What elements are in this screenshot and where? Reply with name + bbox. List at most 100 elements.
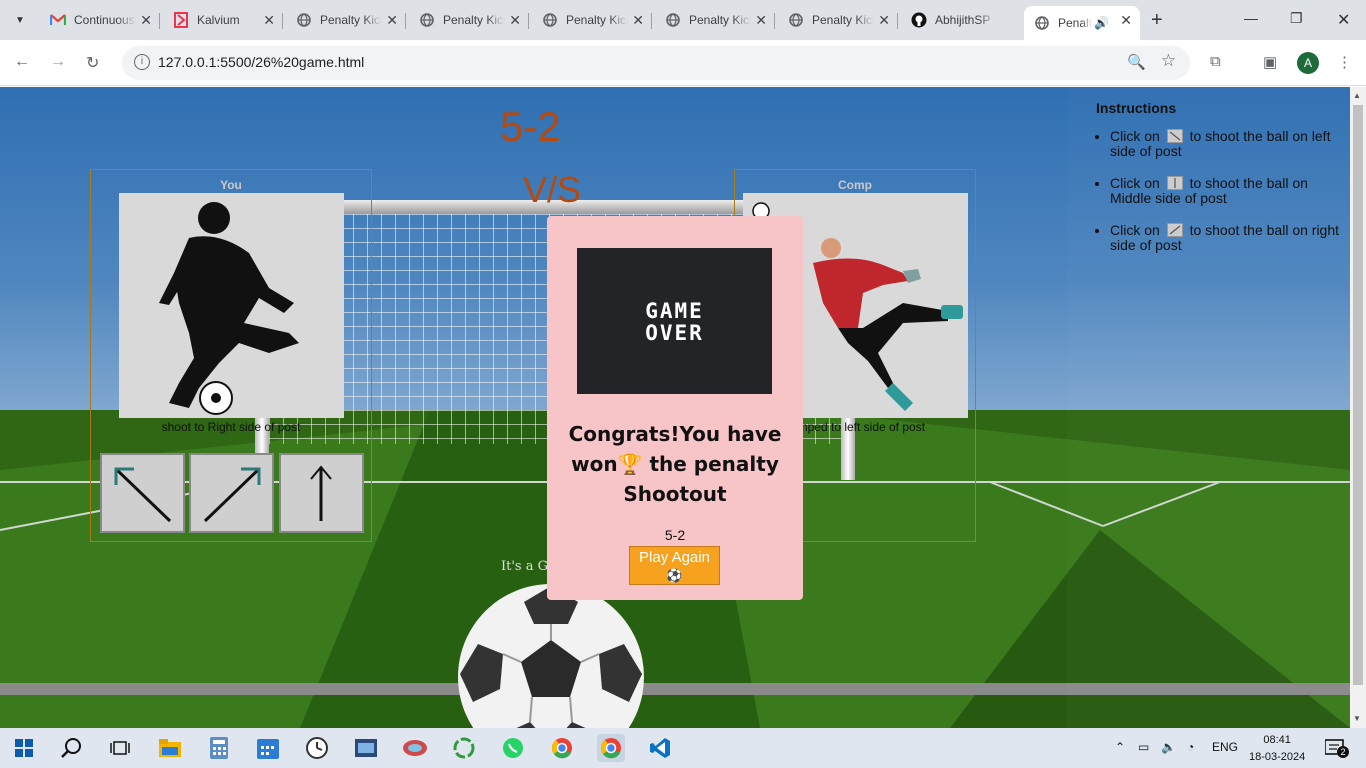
chrome-profile-icon[interactable] bbox=[597, 734, 625, 762]
notification-count: 2 bbox=[1337, 746, 1349, 758]
win-message-part: the penalty Shootout bbox=[623, 452, 779, 506]
shoot-right-button[interactable] bbox=[189, 453, 274, 533]
battery-icon[interactable]: ▭ bbox=[1138, 740, 1149, 754]
instructions-list: Click on to shoot the ball on left side … bbox=[1096, 129, 1348, 270]
vscode-icon[interactable] bbox=[646, 734, 674, 762]
extensions-icon[interactable]: ⧉ bbox=[1210, 53, 1221, 70]
address-bar[interactable]: i 127.0.0.1:5500/26%20game.html 🔍 ☆ bbox=[122, 46, 1190, 80]
close-icon[interactable]: ✕ bbox=[386, 12, 398, 28]
tab-penalty-1[interactable]: Penalty Kick ✕ bbox=[286, 6, 406, 34]
tab-penalty-2[interactable]: Penalty Kick ✕ bbox=[409, 6, 529, 34]
clock-app-icon[interactable] bbox=[303, 734, 331, 762]
tab-title: Penalty Kick bbox=[566, 13, 628, 27]
banner-line: GAME bbox=[645, 299, 704, 323]
globe-icon bbox=[1034, 15, 1050, 31]
tab-title: Kalvium bbox=[197, 13, 240, 27]
tab-title: Penalty Kick bbox=[443, 13, 505, 27]
close-icon[interactable]: ✕ bbox=[1120, 12, 1132, 28]
close-icon[interactable]: ✕ bbox=[632, 12, 644, 28]
new-tab-button[interactable]: + bbox=[1151, 10, 1163, 30]
back-button[interactable]: ← bbox=[14, 53, 30, 71]
terminal-icon[interactable] bbox=[352, 734, 380, 762]
game-over-modal: GAME OVER Congrats!You have won🏆 the pen… bbox=[547, 216, 803, 600]
win-message: Congrats!You have won🏆 the penalty Shoot… bbox=[567, 419, 783, 509]
globe-icon bbox=[419, 12, 435, 28]
instruction-item: Click on to shoot the ball on left side … bbox=[1110, 129, 1348, 159]
player-title: You bbox=[220, 178, 242, 192]
refresh-app-icon[interactable] bbox=[450, 734, 478, 762]
page-scrollbar[interactable]: ▲ ▼ bbox=[1350, 87, 1366, 728]
right-arrow-icon bbox=[1166, 223, 1183, 237]
calculator-icon[interactable] bbox=[205, 734, 233, 762]
instruction-item: Click on to shoot the ball on right side… bbox=[1110, 223, 1348, 253]
calendar-icon[interactable] bbox=[254, 734, 282, 762]
taskbar-clock[interactable]: 08:41 18-03-2024 bbox=[1249, 732, 1305, 766]
forward-button[interactable]: → bbox=[50, 53, 66, 71]
gmail-icon bbox=[50, 12, 66, 28]
close-icon[interactable]: ✕ bbox=[263, 12, 275, 28]
reload-button[interactable]: ↻ bbox=[86, 53, 99, 73]
shoot-left-button[interactable] bbox=[100, 453, 185, 533]
chrome-icon[interactable] bbox=[548, 734, 576, 762]
bookmark-star-icon[interactable]: ☆ bbox=[1161, 51, 1176, 71]
tab-penalty-4[interactable]: Penalty Kick ✕ bbox=[655, 6, 775, 34]
restore-button[interactable]: ❐ bbox=[1290, 10, 1303, 27]
minimize-button[interactable]: — bbox=[1244, 10, 1258, 26]
banner-line: OVER bbox=[645, 321, 704, 345]
globe-icon bbox=[542, 12, 558, 28]
browser-toolbar: ← → ↻ i 127.0.0.1:5500/26%20game.html 🔍 … bbox=[0, 40, 1366, 86]
tab-title: AbhijithSP bbox=[935, 13, 991, 27]
tab-title: Penalty Kick bbox=[812, 13, 874, 27]
versus-label: V/S bbox=[523, 169, 582, 210]
game-page: 5-2 V/S You shoot to Right side of post … bbox=[0, 87, 1350, 728]
player-caption: shoot to Right side of post bbox=[161, 420, 301, 434]
site-info-icon[interactable]: i bbox=[134, 54, 150, 70]
play-again-button[interactable]: Play Again ⚽ bbox=[629, 546, 720, 585]
file-explorer-icon[interactable] bbox=[156, 734, 184, 762]
zoom-icon[interactable]: 🔍 bbox=[1127, 53, 1146, 71]
menu-icon[interactable]: ⋮ bbox=[1337, 53, 1352, 71]
chevron-up-icon[interactable]: ⌃ bbox=[1115, 740, 1125, 754]
search-icon[interactable] bbox=[58, 734, 86, 762]
close-icon[interactable]: ✕ bbox=[509, 12, 521, 28]
volume-icon[interactable]: 🔈 bbox=[1161, 740, 1176, 754]
audio-playing-icon[interactable]: 🔊 bbox=[1094, 16, 1109, 30]
tab-kalvium[interactable]: Kalvium ✕ bbox=[163, 6, 283, 34]
tab-penalty-3[interactable]: Penalty Kick ✕ bbox=[532, 6, 652, 34]
windows-start-icon[interactable] bbox=[10, 734, 38, 762]
language-indicator[interactable]: ENG bbox=[1212, 740, 1238, 754]
tab-github[interactable]: AbhijithSP bbox=[901, 6, 1021, 34]
tab-title: Penalty Kick bbox=[320, 13, 382, 27]
wifi-icon[interactable]: ◔ bbox=[1187, 740, 1194, 754]
clock-date: 18-03-2024 bbox=[1249, 751, 1306, 763]
tab-search-button[interactable]: ▼ bbox=[8, 8, 32, 32]
globe-icon bbox=[788, 12, 804, 28]
player-panel: You shoot to Right side of post bbox=[90, 169, 372, 542]
avatar[interactable]: A bbox=[1297, 52, 1319, 74]
instructions-heading: Instructions bbox=[1096, 100, 1177, 116]
close-icon[interactable]: ✕ bbox=[140, 12, 152, 28]
close-icon[interactable]: ✕ bbox=[755, 12, 767, 28]
whatsapp-icon[interactable] bbox=[499, 734, 527, 762]
github-icon bbox=[911, 12, 927, 28]
task-view-icon[interactable] bbox=[106, 734, 134, 762]
tab-penalty-active[interactable]: Penalty 🔊 ✕ bbox=[1024, 6, 1140, 40]
side-panel-icon[interactable]: ▣ bbox=[1263, 53, 1277, 71]
scroll-up-icon[interactable]: ▲ bbox=[1353, 91, 1361, 100]
url-text[interactable]: 127.0.0.1:5500/26%20game.html bbox=[158, 54, 364, 70]
tab-strip: ▼ Continuous ✕ Kalvium ✕ Penalty Kick ✕ … bbox=[0, 0, 1366, 40]
tab-title: Penalty bbox=[1058, 16, 1092, 30]
close-icon[interactable]: ✕ bbox=[878, 12, 890, 28]
tab-penalty-5[interactable]: Penalty Kick ✕ bbox=[778, 6, 898, 34]
tab-gmail[interactable]: Continuous ✕ bbox=[40, 6, 160, 34]
scroll-thumb[interactable] bbox=[1353, 105, 1363, 685]
close-window-button[interactable]: ✕ bbox=[1337, 10, 1350, 30]
scroll-down-icon[interactable]: ▼ bbox=[1353, 714, 1361, 723]
app-icon[interactable] bbox=[401, 734, 429, 762]
shoot-middle-button[interactable] bbox=[279, 453, 364, 533]
game-over-banner: GAME OVER bbox=[577, 248, 772, 394]
notifications-icon[interactable]: 2 bbox=[1324, 738, 1349, 758]
instruction-pre: Click on bbox=[1110, 128, 1160, 144]
instructions-panel: Instructions Click on to shoot the ball … bbox=[1067, 87, 1350, 728]
kalvium-icon bbox=[173, 12, 189, 28]
